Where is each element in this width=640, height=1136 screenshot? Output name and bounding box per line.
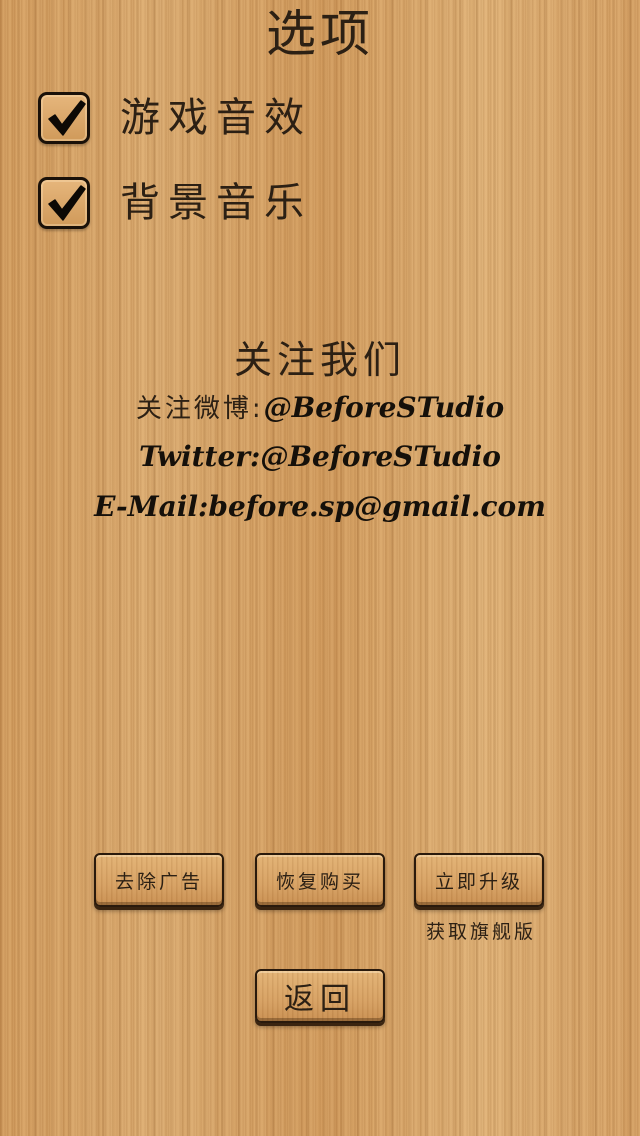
sound-effects-checkbox[interactable]: [38, 92, 90, 144]
twitter-contact: Twitter:@BeforeSTudio: [0, 440, 640, 473]
background-music-checkbox[interactable]: [38, 177, 90, 229]
email-address: E-Mail:before.sp@gmail.com: [94, 490, 546, 523]
checkmark-icon: [48, 185, 86, 221]
checkmark-icon: [48, 100, 86, 136]
back-button[interactable]: 返回: [255, 969, 385, 1023]
email-contact: E-Mail:before.sp@gmail.com: [0, 490, 640, 523]
weibo-contact: 关注微博:@BeforeSTudio: [0, 388, 640, 425]
restore-purchase-button[interactable]: 恢复购买: [255, 853, 385, 907]
remove-ads-button[interactable]: 去除广告: [94, 853, 224, 907]
weibo-handle: @BeforeSTudio: [263, 391, 505, 424]
twitter-handle: Twitter:@BeforeSTudio: [139, 440, 501, 473]
upgrade-note: 获取旗舰版: [425, 921, 536, 943]
sound-effects-label: 游戏音效: [120, 95, 312, 141]
weibo-label: 关注微博:: [135, 394, 264, 424]
background-music-label: 背景音乐: [120, 180, 312, 226]
sound-effects-option[interactable]: 游戏音效: [38, 88, 458, 148]
follow-us-title: 关注我们: [233, 338, 406, 382]
background-music-option[interactable]: 背景音乐: [38, 173, 458, 233]
upgrade-now-button[interactable]: 立即升级: [414, 853, 544, 907]
page-title: 选项: [266, 5, 374, 63]
